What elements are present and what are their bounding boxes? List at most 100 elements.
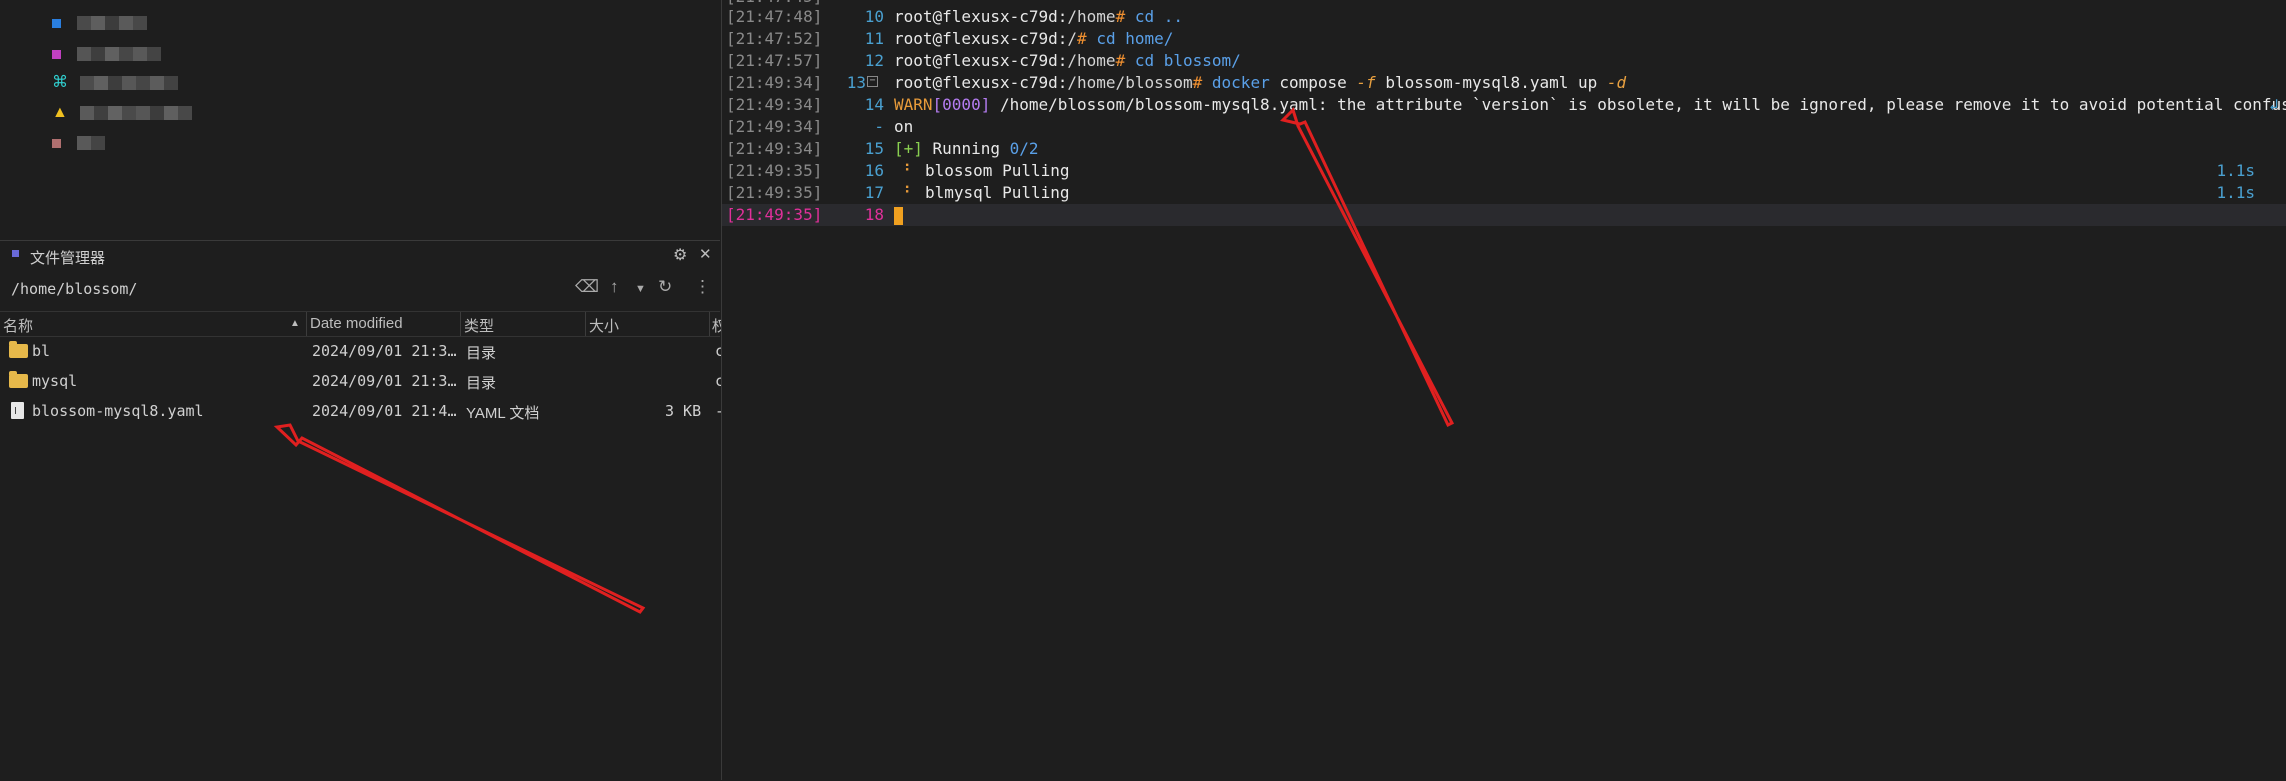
column-divider[interactable] (460, 312, 461, 336)
file-row[interactable]: blossom-mysql8.yaml 2024/09/01 21:4… YAM… (0, 397, 724, 425)
gear-icon[interactable]: ⚙ (673, 245, 687, 265)
status-bracket: [+] (894, 139, 923, 158)
folder-icon (9, 341, 28, 358)
terminal-line: [21:49:34] 15 [+] Running 0/2 (722, 138, 2286, 160)
session-item[interactable] (52, 130, 105, 156)
warn-text: /home/blossom/blossom-mysql8.yaml: the a… (999, 95, 2286, 114)
line-number: 14 (864, 95, 884, 114)
refresh-icon[interactable]: ↻ (658, 277, 672, 297)
col-type[interactable]: 类型 (464, 315, 494, 336)
prompt-dir: /home/blossom (1067, 73, 1193, 92)
session-item[interactable]: ⌘ (52, 70, 178, 96)
warn-label: WARN (894, 95, 933, 114)
pull-duration: 1.1s (2216, 183, 2255, 202)
redacted-label (80, 76, 178, 90)
panel-icon (12, 250, 19, 257)
fold-toggle-icon[interactable]: − (867, 76, 878, 87)
line-number: 11 (864, 29, 884, 48)
prompt-user: root@flexusx-c79d: (894, 73, 1068, 92)
option-flag: -d (1606, 73, 1627, 92)
terminal-line: [21:49:35] 16 ⠃ blossom Pulling 1.1s (722, 160, 2286, 182)
text-cursor (894, 207, 903, 225)
prompt-hash: # (1115, 7, 1126, 26)
col-modified[interactable]: Date modified (310, 315, 403, 332)
file-type: YAML 文档 (466, 405, 540, 422)
column-divider[interactable] (709, 312, 710, 336)
command: cd home/ (1096, 29, 1174, 48)
command: docker (1211, 73, 1270, 92)
chevron-down-icon[interactable]: ▼ (635, 283, 646, 295)
warn-code: [0000] (932, 95, 991, 114)
terminal-line: [21:47:52] 11 root@flexusx-c79d:/# cd ho… (722, 28, 2286, 50)
path-input[interactable]: /home/blossom/ (11, 280, 137, 298)
folder-icon (9, 371, 28, 388)
command-icon: ⌘ (52, 74, 68, 91)
prompt-hash: # (1192, 73, 1203, 92)
line-number: 12 (864, 51, 884, 70)
terminal-line: [21:49:34] 13 − root@flexusx-c79d:/home/… (722, 72, 2286, 94)
file-modified: 2024/09/01 21:3… (312, 342, 457, 360)
option-flag: -f (1356, 73, 1376, 92)
file-manager-panel: 文件管理器 ⚙ ✕ /home/blossom/ ⌫ ↑ ▼ ↻ ⋮ 名称 ▲ … (0, 240, 727, 781)
terminal-line: [21:49:34] 14 WARN[0000] /home/blossom/b… (722, 94, 2286, 116)
line-number: 13 (846, 73, 866, 92)
file-type: 目录 (466, 375, 497, 392)
file-manager-title: 文件管理器 (30, 250, 106, 267)
col-name[interactable]: 名称 (3, 315, 33, 336)
clear-icon[interactable]: ⌫ (575, 277, 599, 297)
col-size[interactable]: 大小 (589, 315, 619, 336)
left-pane: ⌘ ▲ 文件管理器 ⚙ ✕ /home/blossom/ ⌫ ↑ ▼ ↻ ⋮ 名 (0, 0, 727, 781)
pull-status: blmysql Pulling (925, 183, 1070, 202)
column-divider[interactable] (306, 312, 307, 336)
file-name: bl (32, 342, 51, 360)
file-modified: 2024/09/01 21:3… (312, 372, 457, 390)
line-number: 17 (864, 183, 884, 202)
prompt-user: root@flexusx-c79d: (894, 7, 1068, 26)
subcommand: compose (1279, 73, 1347, 92)
redacted-label (80, 106, 192, 120)
terminal-current-line[interactable]: [21:49:35] 18 (722, 204, 2286, 226)
prompt-dir: /home (1067, 51, 1116, 70)
file-name: blossom-mysql8.yaml (32, 402, 204, 420)
redacted-label (77, 47, 161, 61)
spinner-icon: ⠃ (894, 161, 916, 180)
terminal-line: [21:47:48] 10 root@flexusx-c79d:/home# c… (722, 6, 2286, 28)
wrap-icon: ↲ (2269, 95, 2279, 114)
file-modified: 2024/09/01 21:4… (312, 402, 457, 420)
line-number: - (874, 117, 884, 136)
terminal-line: [21:49:35] 17 ⠃ blmysql Pulling 1.1s (722, 182, 2286, 204)
line-number: 10 (864, 7, 884, 26)
redacted-label (77, 16, 147, 30)
running-label: Running (932, 139, 1000, 158)
prompt-hash: # (1115, 51, 1126, 70)
running-count: 0/2 (1009, 139, 1039, 158)
terminal-line: [21:47:57] 12 root@flexusx-c79d:/home# c… (722, 50, 2286, 72)
file-row[interactable]: bl 2024/09/01 21:3… 目录 c (0, 337, 724, 365)
prompt-dir: / (1067, 29, 1078, 48)
session-square-icon (52, 138, 61, 148)
command: cd .. (1134, 7, 1184, 26)
file-manager-header: 文件管理器 ⚙ ✕ (0, 241, 720, 269)
file-name: mysql (32, 372, 78, 390)
session-item[interactable] (52, 41, 161, 67)
column-divider[interactable] (585, 312, 586, 336)
more-icon[interactable]: ⋮ (694, 277, 711, 297)
file-row[interactable]: mysql 2024/09/01 21:3… 目录 c (0, 367, 724, 395)
session-item[interactable]: ▲ (52, 100, 192, 126)
terminal-line: [21:49:34] - on (722, 116, 2286, 138)
session-item[interactable] (52, 10, 147, 36)
sort-asc-icon: ▲ (290, 318, 300, 329)
file-type: 目录 (466, 345, 497, 362)
prompt-hash: # (1077, 29, 1087, 48)
prompt-dir: /home (1067, 7, 1116, 26)
pull-status: blossom Pulling (925, 161, 1070, 180)
file-icon (11, 402, 24, 419)
terminal-pane[interactable]: [21:47:45] [21:47:48] 10 root@flexusx-c7… (721, 0, 2286, 780)
pull-duration: 1.1s (2216, 161, 2255, 180)
close-icon[interactable]: ✕ (699, 245, 712, 263)
line-number: 18 (864, 205, 884, 224)
column-header: 名称 ▲ Date modified 类型 大小 权 (0, 311, 727, 337)
up-arrow-icon[interactable]: ↑ (610, 277, 619, 297)
command-args: blossom-mysql8.yaml up (1385, 73, 1598, 92)
line-number: 15 (864, 139, 884, 158)
